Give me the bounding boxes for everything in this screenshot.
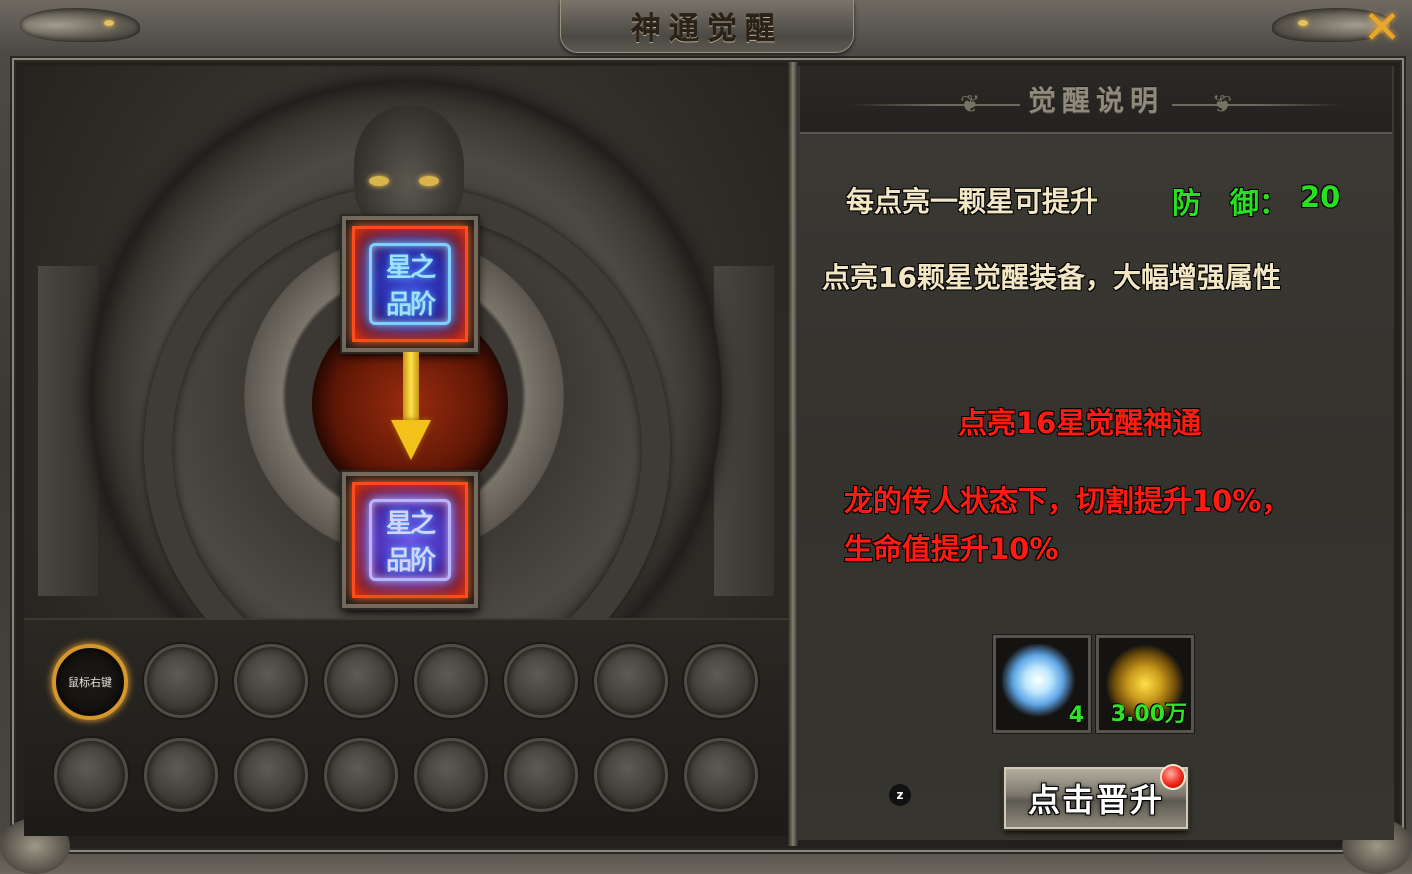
stat-value: 20 xyxy=(1300,180,1341,214)
upgrade-button-label: 点击晋升 xyxy=(1027,781,1164,819)
star-slot[interactable] xyxy=(54,738,128,812)
notification-dot-icon xyxy=(1160,764,1186,790)
star-slot[interactable] xyxy=(234,738,308,812)
dragon-eye xyxy=(369,176,389,186)
star-slot[interactable] xyxy=(504,644,578,718)
cost-item-slot[interactable]: 4 xyxy=(993,635,1091,733)
close-button[interactable]: ✕ xyxy=(1356,0,1408,54)
star-slot[interactable] xyxy=(684,644,758,718)
star-slot[interactable] xyxy=(594,738,668,812)
star-slot-tray: 鼠标右键 xyxy=(24,618,788,836)
cost-amount: 3.00万 xyxy=(1110,702,1187,727)
stat-name: 防 御： xyxy=(1172,186,1289,220)
star-slot[interactable] xyxy=(594,644,668,718)
dragon-ornament-icon xyxy=(0,0,150,58)
stone-ledge xyxy=(714,266,774,596)
slot-hint-label: 鼠标右键 xyxy=(68,676,112,689)
awakening-preview-panel: 星之 品阶 星之 品阶 鼠标右键 xyxy=(24,66,788,836)
star-slot[interactable] xyxy=(414,738,488,812)
star-slot[interactable] xyxy=(684,738,758,812)
star-tier-seal-icon: 星之 品阶 xyxy=(369,243,451,325)
swirl-ornament-icon: ❦ xyxy=(1211,90,1232,118)
close-x-icon: ✕ xyxy=(1362,0,1402,54)
awaken-description: 点亮16颗星觉醒装备，大幅增强属性 xyxy=(822,261,1281,294)
cost-amount: 4 xyxy=(1068,703,1084,728)
star-slot[interactable] xyxy=(234,644,308,718)
per-star-bonus-text: 每点亮一颗星可提升 xyxy=(846,185,1099,218)
star-slot[interactable] xyxy=(414,644,488,718)
current-tier-slot[interactable]: 星之 品阶 xyxy=(342,216,478,352)
bonus-title: 点亮16星觉醒神通 xyxy=(958,406,1202,440)
bonus-line: 龙的传人状态下，切割提升10%， xyxy=(844,484,1291,518)
star-slot[interactable] xyxy=(324,738,398,812)
section-header: ❦ ❦ 觉醒说明 xyxy=(800,66,1392,134)
stone-ledge xyxy=(38,266,98,596)
window-title-plate: 神通觉醒 xyxy=(560,0,854,53)
dragon-eye xyxy=(419,176,439,186)
panel-divider xyxy=(788,62,798,846)
star-slot[interactable] xyxy=(144,738,218,812)
upgrade-arrow-icon xyxy=(391,352,431,464)
hotkey-badge: z xyxy=(889,784,911,806)
star-slot[interactable] xyxy=(504,738,578,812)
cost-item-slot[interactable]: 3.00万 xyxy=(1096,635,1194,733)
star-slot[interactable] xyxy=(144,644,218,718)
bonus-line: 生命值提升10% xyxy=(844,532,1059,566)
next-tier-slot[interactable]: 星之 品阶 xyxy=(342,472,478,608)
swirl-ornament-icon: ❦ xyxy=(960,90,981,118)
star-slot[interactable]: 鼠标右键 xyxy=(52,644,128,720)
star-tier-seal-icon: 星之 品阶 xyxy=(369,499,451,581)
section-title: 觉醒说明 xyxy=(1027,84,1164,117)
window-title: 神通觉醒 xyxy=(631,12,783,47)
star-slot[interactable] xyxy=(324,644,398,718)
